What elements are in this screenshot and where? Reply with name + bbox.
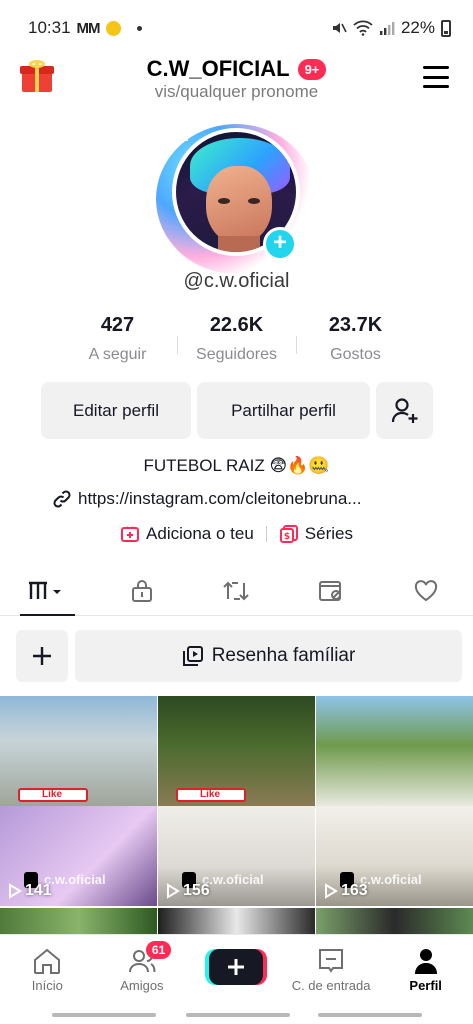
watermark: c.w.oficial [44,872,106,887]
ai-label: AI [170,124,190,146]
stat-label: Seguidores [196,346,277,363]
watermark: c.w.oficial [360,872,422,887]
inbox-icon [319,949,344,973]
play-icon [167,883,180,899]
video-thumbnail[interactable]: Like c.w.oficial 156 [158,696,315,906]
nav-profile[interactable]: Perfil [378,935,473,1004]
bio-link[interactable]: https://instagram.com/cleitonebruna... [52,489,361,509]
add-friend-button[interactable] [376,382,433,439]
profile-handle: @c.w.oficial [183,270,290,292]
add-yours-button[interactable]: Adiciona o teu [120,524,254,544]
nav-label: Início [31,978,63,993]
edit-profile-button[interactable]: Editar perfil [41,382,191,439]
battery-percent: 22% [400,18,435,37]
tab-saved[interactable] [284,566,379,615]
nav-inbox[interactable]: C. de entrada [284,935,379,1004]
plus-icon [228,959,245,975]
nav-label: Amigos [120,978,164,993]
add-playlist-button[interactable] [16,630,68,682]
series-label: Séries [304,524,353,543]
status-bar: 10:31 MM 22% [0,0,473,56]
stats-row: 427 A seguir 22.6K Seguidores 23.7K Gost… [58,314,415,364]
play-icon [9,883,22,899]
profile-actions: Editar perfil Partilhar perfil [41,382,433,439]
system-nav-bar [186,1013,290,1017]
playlist-label: Resenha famíliar [211,645,356,666]
add-user-icon [391,397,417,423]
like-sticker: Like [18,788,88,802]
playlist-icon [182,646,203,666]
profile-extras: Adiciona o teu $ Séries [0,524,473,544]
system-nav-bar [318,1013,422,1017]
video-grid: Like c.w.oficial 141 Like c.w.oficial 15… [0,696,473,944]
view-count: 156 [166,882,210,900]
view-count-value: 156 [183,882,210,899]
stat-value: 427 [100,314,135,336]
share-profile-button[interactable]: Partilhar perfil [197,382,370,439]
username-switcher[interactable]: C.W_OFICIAL 9+ [0,56,473,82]
system-nav-bar [52,1013,156,1017]
home-icon [34,948,61,974]
stat-likes[interactable]: 23.7K Gostos [296,314,415,364]
stat-label: A seguir [88,346,147,363]
add-photo-button[interactable]: + [263,227,297,261]
username: C.W_OFICIAL [146,56,290,81]
menu-icon[interactable] [423,66,449,88]
bottom-nav: Início 61 Amigos C. de entrada Perfil [0,934,473,1004]
tab-videos[interactable] [0,566,95,616]
nav-friends[interactable]: 61 Amigos [95,935,190,1004]
bio-text: FUTEBOL RAIZ 😨🔥🤐 [143,456,330,475]
saved-hidden-icon [319,580,342,601]
battery-icon [441,19,451,37]
link-icon [53,490,71,508]
more-notifications-icon [136,25,142,31]
notification-badge: 9+ [297,58,327,80]
stat-label: Gostos [330,346,381,363]
series-button[interactable]: $ Séries [279,524,353,544]
playlist-chip[interactable]: Resenha famíliar [75,630,462,682]
video-thumbnail[interactable]: c.w.oficial 163 [316,696,473,906]
like-sticker: Like [176,788,246,802]
tab-liked[interactable] [378,566,473,615]
friends-badge: 61 [145,941,172,959]
play-icon [325,883,338,899]
add-yours-icon [121,526,140,542]
wifi-icon [353,20,373,36]
mail-icon: MM [76,19,101,37]
svg-text:$: $ [284,532,290,542]
view-count-value: 141 [25,882,52,899]
mute-icon [332,23,347,33]
lock-icon [131,579,152,602]
nav-home[interactable]: Início [0,935,95,1004]
content-tabs [0,566,473,616]
signal-icon [379,22,395,35]
stat-followers[interactable]: 22.6K Seguidores [177,314,296,364]
bio-link-text: https://instagram.com/cleitonebruna... [78,489,362,508]
watermark: c.w.oficial [202,872,264,887]
coin-icon [105,20,121,36]
stat-value: 23.7K [328,314,383,336]
video-thumbnail[interactable]: Like c.w.oficial 141 [0,696,157,906]
nav-create[interactable] [189,935,284,1004]
videos-grid-icon [29,581,62,599]
clock: 10:31 [28,18,71,37]
stat-following[interactable]: 427 A seguir [58,314,177,364]
heart-icon [414,579,437,601]
profile-icon [414,949,437,974]
plus-icon [33,647,51,665]
repost-icon [223,581,250,600]
view-count: 163 [324,882,368,900]
tab-reposts[interactable] [189,566,284,615]
create-button[interactable] [209,949,264,985]
stat-value: 22.6K [209,314,264,336]
nav-label: Perfil [409,978,442,993]
view-count-value: 163 [341,882,368,899]
nav-label: C. de entrada [291,978,371,993]
pronouns: vis/qualquer pronome [154,82,319,101]
series-icon: $ [279,525,298,543]
view-count: 141 [8,882,52,900]
add-yours-label: Adiciona o teu [146,524,254,543]
divider [265,526,267,542]
tab-private[interactable] [95,566,190,615]
